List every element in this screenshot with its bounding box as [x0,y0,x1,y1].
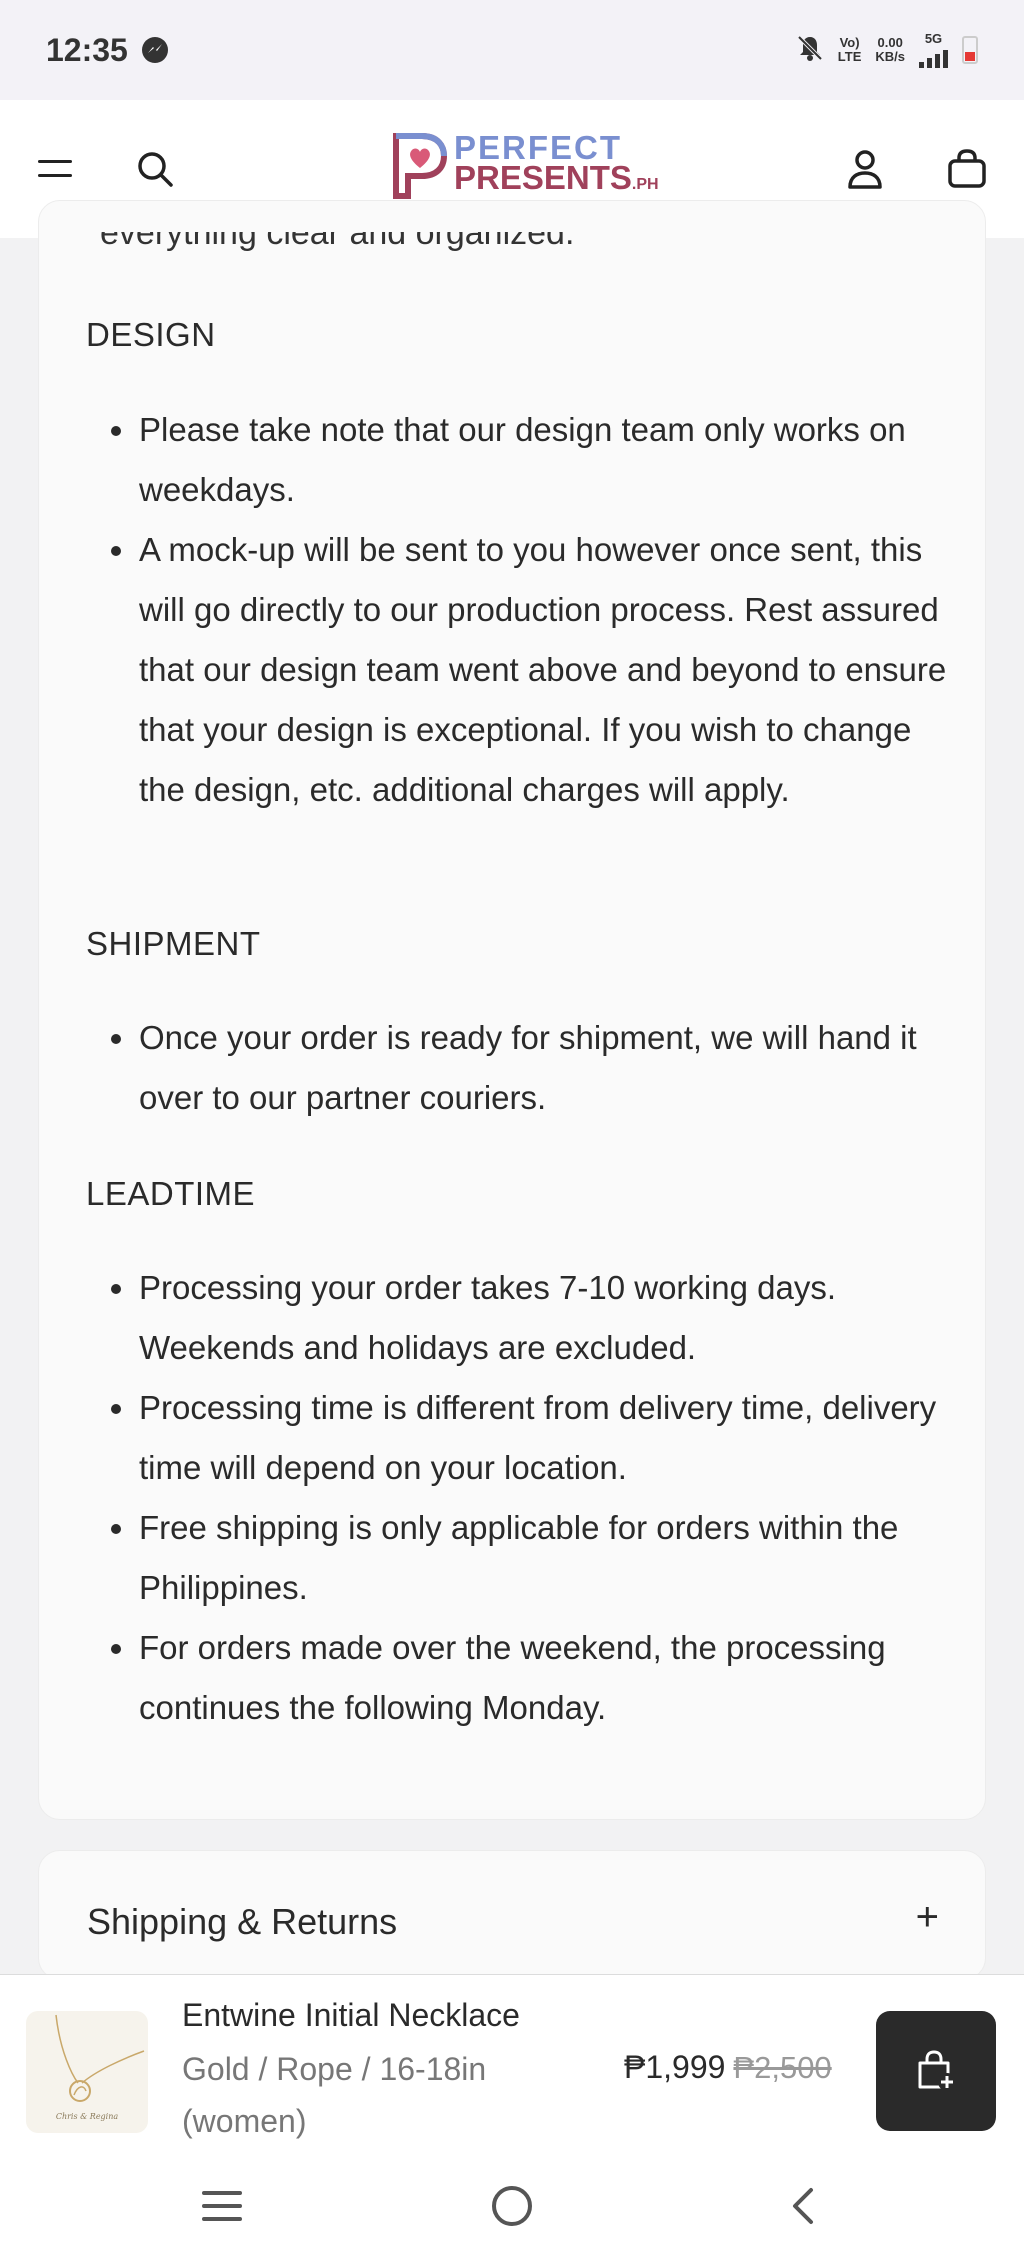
signal-icon [919,46,948,68]
list-item: For orders made over the weekend, the pr… [94,1618,954,1738]
site-logo[interactable]: PERFECT PRESENTS.PH [390,128,659,200]
sticky-add-to-cart-bar: Chris & Regina Entwine Initial Necklace … [0,1974,1024,2146]
list-item: Free shipping is only applicable for ord… [94,1498,954,1618]
volte-indicator: Vo) LTE [837,35,862,64]
home-icon[interactable] [482,2176,542,2236]
list-item: Processing time is different from delive… [94,1378,954,1498]
recent-apps-icon[interactable] [192,2176,252,2236]
system-nav-bar [0,2146,1024,2268]
status-bar: 12:35 Vo) LTE 0.00 KB/s 5G [0,0,1024,100]
network-type: 5G [919,32,948,68]
necklace-image-icon: Chris & Regina [55,2014,145,2121]
compare-price: ₱2,500 [733,2050,832,2085]
mute-bell-icon [796,34,824,67]
product-variant: Gold / Rope / 16-18in (women) [182,2051,487,2139]
product-name: Entwine Initial Necklace [182,1997,520,2033]
shipping-returns-accordion[interactable]: Shipping & Returns + [38,1850,986,1980]
shipment-list: Once your order is ready for shipment, w… [94,1008,954,1128]
add-to-cart-button[interactable] [876,2011,996,2131]
hamburger-menu-icon[interactable] [30,144,80,194]
user-icon[interactable] [840,144,890,194]
design-list: Please take note that our design team on… [94,400,954,820]
add-to-bag-icon [918,2050,956,2091]
status-left: 12:35 [46,32,168,69]
messenger-icon [141,37,168,63]
list-item: Once your order is ready for shipment, w… [94,1008,954,1128]
product-thumbnail[interactable]: Chris & Regina [26,2011,148,2133]
status-right: Vo) LTE 0.00 KB/s 5G [796,32,978,68]
list-item: Processing your order takes 7-10 working… [94,1258,954,1378]
list-item: Please take note that our design team on… [94,400,954,520]
sale-price: ₱1,999 [624,2049,726,2085]
leadtime-list: Processing your order takes 7-10 working… [94,1258,954,1738]
status-time: 12:35 [46,31,128,68]
section-title-leadtime: LEADTIME [86,1175,256,1212]
accordion-title: Shipping & Returns [87,1901,398,1942]
logo-mark-icon [390,132,448,200]
plus-icon[interactable]: + [916,1897,939,1937]
section-title-design: DESIGN [86,316,216,353]
svg-text:Chris & Regina: Chris & Regina [56,2112,119,2121]
list-item: A mock-up will be sent to you however on… [94,520,954,820]
logo-text: PERFECT PRESENTS.PH [454,128,659,196]
battery-icon [962,36,978,64]
section-title-shipment: SHIPMENT [86,925,261,962]
shopping-bag-icon[interactable] [942,144,992,194]
price-group: ₱1,999 ₱2,500 [624,2049,832,2086]
network-speed: 0.00 KB/s [875,35,905,64]
search-icon[interactable] [130,144,180,194]
back-icon[interactable] [772,2176,832,2236]
